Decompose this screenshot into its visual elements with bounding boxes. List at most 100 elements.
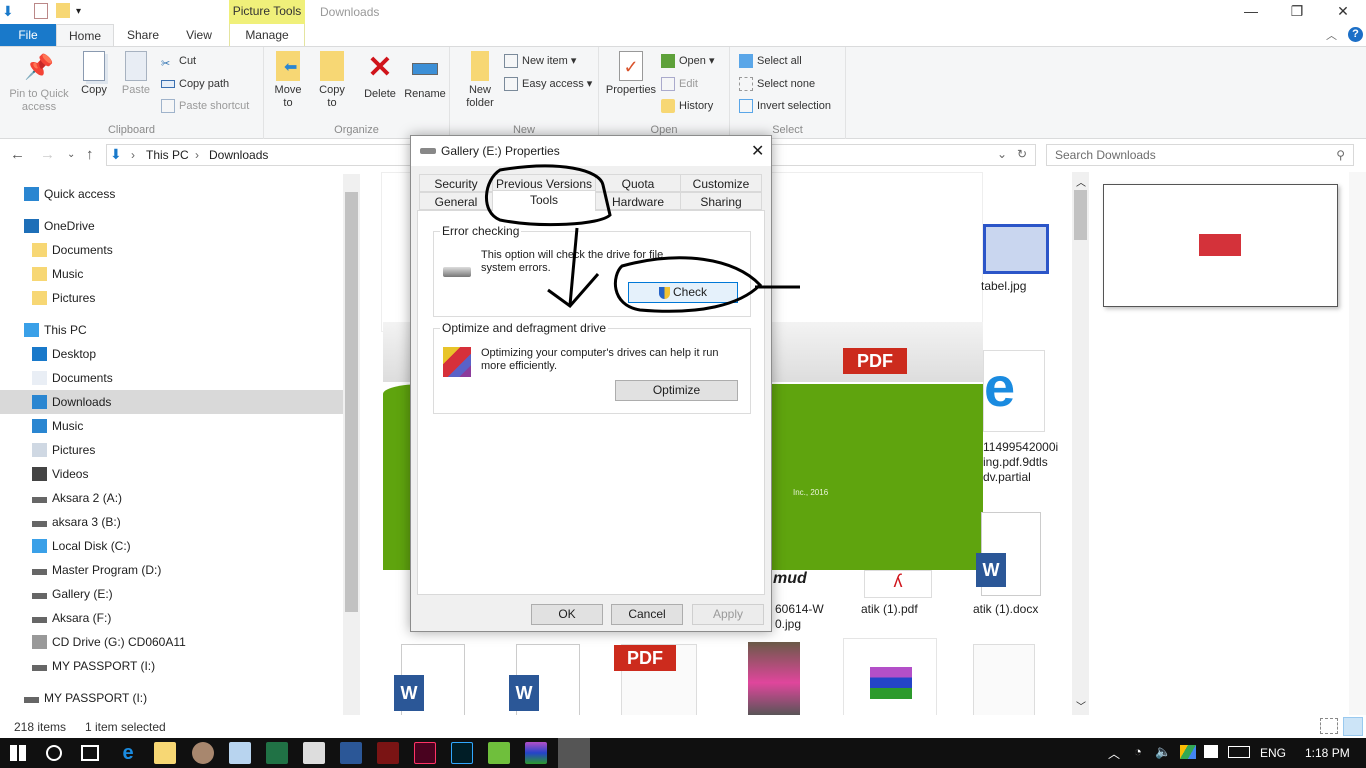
breadcrumb-this-pc[interactable]: This PC <box>146 148 189 162</box>
open-button[interactable]: Open ▾ <box>661 51 715 71</box>
tabel-jpg-thumbnail[interactable] <box>983 224 1049 274</box>
invert-selection-button[interactable]: Invert selection <box>739 96 831 116</box>
volume-icon[interactable]: 🔈 <box>1155 744 1171 760</box>
file-label-partial[interactable]: 11499542000i ing.pdf.9dtls dv.partial <box>983 440 1058 485</box>
rename-button[interactable]: Rename <box>402 51 448 101</box>
file-label-atik-pdf[interactable]: atik (1).pdf <box>861 602 918 616</box>
ie-file-icon[interactable]: e <box>983 350 1045 432</box>
copy-button[interactable]: Copy <box>76 51 112 97</box>
ok-button[interactable]: OK <box>531 604 603 625</box>
check-button[interactable]: Check <box>628 282 738 303</box>
select-all-button[interactable]: Select all <box>739 51 802 71</box>
easy-access-button[interactable]: Easy access ▾ <box>504 74 592 94</box>
search-input[interactable]: Search Downloads ⚲ <box>1046 144 1354 166</box>
up-arrow-icon[interactable]: ↑ <box>86 146 94 163</box>
close-button[interactable]: ✕ <box>1320 0 1366 24</box>
cancel-button[interactable]: Cancel <box>611 604 683 625</box>
details-view-icon[interactable] <box>1320 718 1338 734</box>
edit-button[interactable]: Edit <box>661 74 698 94</box>
word-doc-icon[interactable]: W <box>509 644 580 715</box>
nav-item-documents[interactable]: Documents <box>0 238 343 262</box>
collapse-ribbon-icon[interactable]: ︿ <box>1326 27 1337 43</box>
show-hidden-icons-icon[interactable]: ︿ <box>1108 745 1120 762</box>
word-icon[interactable] <box>340 742 362 764</box>
apply-button[interactable]: Apply <box>692 604 764 625</box>
new-folder-quick-icon[interactable] <box>56 3 70 18</box>
wifi-icon[interactable]: ◔ <box>1134 744 1142 759</box>
photoshop-icon[interactable] <box>451 742 473 764</box>
notepad-icon[interactable] <box>229 742 251 764</box>
nav-item-gallery-e[interactable]: Gallery (E:) <box>0 582 343 606</box>
history-button[interactable]: History <box>661 96 713 116</box>
nav-item-my-passport-i[interactable]: MY PASSPORT (I:) <box>0 654 343 678</box>
cortana-icon[interactable] <box>46 745 62 761</box>
back-arrow-icon[interactable]: ← <box>10 146 25 163</box>
properties-quick-icon[interactable] <box>34 3 48 19</box>
nav-item-cd-drive-g-cd060a11[interactable]: CD Drive (G:) CD060A11 <box>0 630 343 654</box>
tab-manage[interactable]: Manage <box>229 24 305 46</box>
nav-item-videos[interactable]: Videos <box>0 462 343 486</box>
copy-to-button[interactable]: Copy to <box>312 51 352 110</box>
new-folder-button[interactable]: New folder <box>460 51 500 110</box>
mud-thumbnail[interactable]: mud <box>773 570 821 596</box>
file-label-atik-docx[interactable]: atik (1).docx <box>973 602 1038 616</box>
nav-item-documents[interactable]: Documents <box>0 366 343 390</box>
tab-customize[interactable]: Customize <box>680 174 762 192</box>
nav-item-master-program-d[interactable]: Master Program (D:) <box>0 558 343 582</box>
winrar-icon[interactable] <box>525 742 547 764</box>
nav-item-my-passport-i[interactable]: MY PASSPORT (I:) <box>0 686 343 710</box>
tab-hardware[interactable]: Hardware <box>595 192 681 210</box>
recent-locations-icon[interactable]: ⌄ <box>67 149 75 160</box>
optimize-button[interactable]: Optimize <box>615 380 738 401</box>
blank-file-icon[interactable] <box>973 644 1035 715</box>
paste-button[interactable]: Paste <box>118 51 154 97</box>
properties-button[interactable]: ✓ Properties <box>603 51 659 97</box>
excel-icon[interactable] <box>266 742 288 764</box>
atik-docx-icon[interactable]: W <box>976 512 1041 596</box>
delete-button[interactable]: ✕ Delete <box>360 51 400 101</box>
move-to-button[interactable]: ⬅ Move to <box>268 51 308 110</box>
start-windows-icon[interactable] <box>10 745 26 761</box>
tab-view[interactable]: View <box>174 24 224 46</box>
file-label-tabel-jpg[interactable]: tabel.jpg <box>981 279 1026 293</box>
tab-sharing[interactable]: Sharing <box>680 192 762 210</box>
nav-item-pictures[interactable]: Pictures <box>0 438 343 462</box>
pdf-file-icon[interactable]: PDF <box>614 644 697 715</box>
winrar-archive-icon[interactable] <box>843 638 937 715</box>
preview-scrollbar[interactable] <box>1349 172 1366 715</box>
clock[interactable]: 1:18 PM <box>1305 746 1350 760</box>
tab-share[interactable]: Share <box>118 24 168 46</box>
nav-item-music[interactable]: Music <box>0 262 343 286</box>
minimize-button[interactable]: — <box>1228 0 1274 24</box>
coreldraw-icon[interactable] <box>488 742 510 764</box>
nav-item-aksara-2-a[interactable]: Aksara 2 (A:) <box>0 486 343 510</box>
nav-item-aksara-f[interactable]: Aksara (F:) <box>0 606 343 630</box>
new-item-button[interactable]: New item ▾ <box>504 51 576 71</box>
nav-item-quick-access[interactable]: Quick access <box>0 182 343 206</box>
nav-item-pictures[interactable]: Pictures <box>0 286 343 310</box>
indesign-icon[interactable] <box>414 742 436 764</box>
nav-item-onedrive[interactable]: OneDrive <box>0 214 343 238</box>
paste-shortcut-button[interactable]: Paste shortcut <box>161 96 249 116</box>
nav-item-this-pc[interactable]: This PC <box>0 318 343 342</box>
language-indicator[interactable]: ENG <box>1260 746 1286 760</box>
copy-path-button[interactable]: Copy path <box>161 74 229 94</box>
file-explorer-icon[interactable] <box>154 742 176 764</box>
select-none-button[interactable]: Select none <box>739 74 815 94</box>
google-drive-icon[interactable] <box>1180 745 1196 759</box>
cut-button[interactable]: ✂ Cut <box>161 51 196 71</box>
paint-icon[interactable] <box>192 742 214 764</box>
edge-icon[interactable]: e <box>117 742 139 764</box>
action-center-icon[interactable] <box>1204 745 1218 758</box>
tab-general[interactable]: General <box>419 192 493 210</box>
file-label-60614-jpg[interactable]: 60614-W 0.jpg <box>775 602 824 632</box>
photo-thumbnail[interactable] <box>748 642 800 715</box>
acrobat-icon[interactable] <box>377 742 399 764</box>
nav-item-local-disk-c[interactable]: Local Disk (C:) <box>0 534 343 558</box>
nav-item-aksara-3-b[interactable]: aksara 3 (B:) <box>0 510 343 534</box>
breadcrumb-downloads[interactable]: Downloads <box>209 148 268 162</box>
tab-security[interactable]: Security <box>419 174 493 192</box>
maximize-button[interactable]: ❐ <box>1274 0 1320 24</box>
large-icons-view-icon[interactable] <box>1343 717 1363 736</box>
task-view-icon[interactable] <box>81 745 99 761</box>
